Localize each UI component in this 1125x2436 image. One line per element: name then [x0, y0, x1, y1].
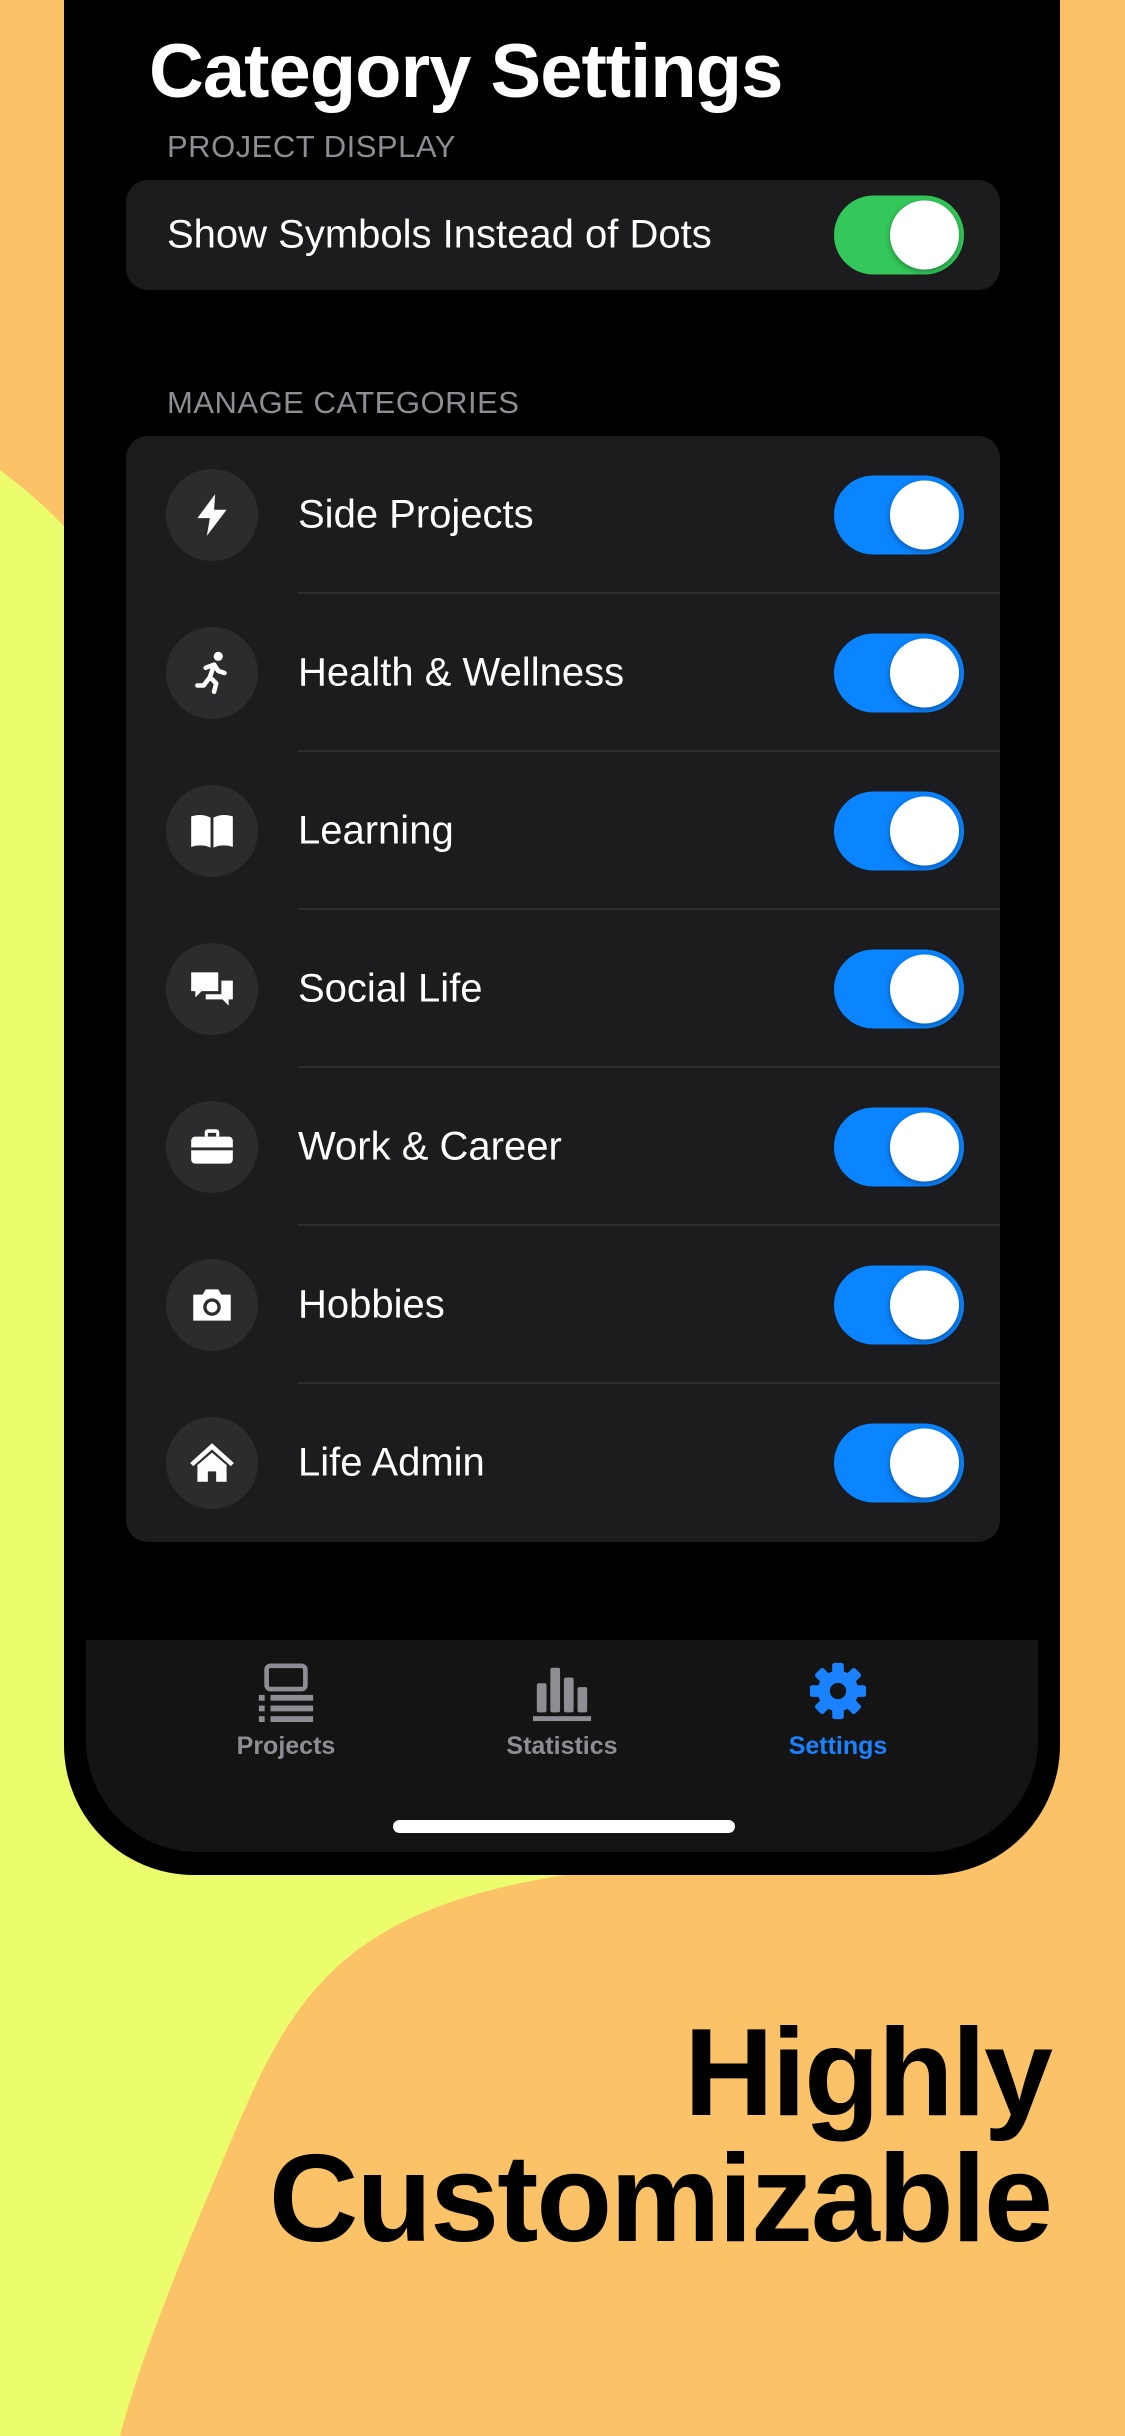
tab-label: Settings	[788, 1732, 888, 1760]
show-symbols-label: Show Symbols Instead of Dots	[167, 212, 712, 257]
category-row-side-projects: Side Projects	[126, 436, 1000, 594]
toggle-knob	[890, 1270, 959, 1340]
page-title: Category Settings	[149, 29, 783, 114]
tagline-line-2: Customizable	[268, 2130, 1053, 2268]
tab-label: Projects	[236, 1732, 336, 1760]
learning-toggle[interactable]	[834, 791, 964, 871]
bar-chart-icon	[532, 1667, 592, 1722]
briefcase-icon	[166, 1101, 258, 1193]
category-label: Life Admin	[298, 1440, 485, 1485]
toggle-knob	[890, 638, 959, 708]
show-symbols-row: Show Symbols Instead of Dots	[126, 180, 1000, 290]
gear-icon	[809, 1662, 867, 1720]
manage-categories-card: Side Projects Health & Wellness Learning…	[126, 436, 1000, 1542]
side-projects-toggle[interactable]	[834, 475, 964, 555]
running-figure-icon	[166, 627, 258, 719]
section-header-project-display: PROJECT DISPLAY	[167, 129, 456, 164]
category-label: Learning	[298, 808, 454, 853]
category-row-work-career: Work & Career	[126, 1068, 1000, 1226]
chat-bubbles-icon	[166, 943, 258, 1035]
life-admin-toggle[interactable]	[834, 1423, 964, 1503]
category-label: Hobbies	[298, 1282, 445, 1327]
marketing-tagline: Highly Customizable	[268, 2004, 1053, 2268]
category-row-life-admin: Life Admin	[126, 1384, 1000, 1542]
settings-screen: Category Settings PROJECT DISPLAY Show S…	[86, 0, 1038, 1852]
toggle-knob	[890, 1112, 959, 1182]
category-row-social-life: Social Life	[126, 910, 1000, 1068]
work-career-toggle[interactable]	[834, 1107, 964, 1187]
health-wellness-toggle[interactable]	[834, 633, 964, 713]
category-label: Social Life	[298, 966, 483, 1011]
tab-settings[interactable]: Settings	[708, 1660, 968, 1761]
hobbies-toggle[interactable]	[834, 1265, 964, 1345]
tab-projects[interactable]: Projects	[156, 1660, 416, 1761]
category-row-hobbies: Hobbies	[126, 1226, 1000, 1384]
house-icon	[166, 1417, 258, 1509]
home-indicator[interactable]	[393, 1820, 735, 1833]
tab-label: Statistics	[506, 1732, 618, 1760]
bolt-icon	[166, 469, 258, 561]
category-row-health-wellness: Health & Wellness	[126, 594, 1000, 752]
toggle-knob	[890, 796, 959, 866]
section-header-manage-categories: MANAGE CATEGORIES	[167, 385, 520, 420]
toggle-knob	[890, 480, 959, 550]
projects-list-icon	[258, 1663, 314, 1722]
toggle-knob	[890, 1428, 959, 1498]
phone-frame: Category Settings PROJECT DISPLAY Show S…	[64, 0, 1060, 1875]
category-label: Health & Wellness	[298, 650, 625, 695]
book-icon	[166, 785, 258, 877]
category-row-learning: Learning	[126, 752, 1000, 910]
category-label: Work & Career	[298, 1124, 562, 1169]
toggle-knob	[890, 954, 959, 1024]
social-life-toggle[interactable]	[834, 949, 964, 1029]
show-symbols-toggle[interactable]	[834, 195, 964, 275]
project-display-card: Show Symbols Instead of Dots	[126, 180, 1000, 290]
tab-statistics[interactable]: Statistics	[432, 1660, 692, 1761]
toggle-knob	[890, 200, 959, 270]
tagline-line-1: Highly	[684, 2004, 1053, 2142]
category-label: Side Projects	[298, 492, 534, 537]
camera-icon	[166, 1259, 258, 1351]
